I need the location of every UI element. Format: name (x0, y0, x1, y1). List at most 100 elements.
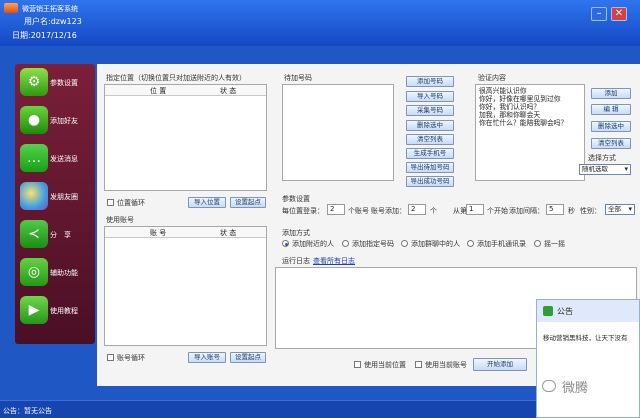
popup-body: 移动营销黑科技，让天下没有 (543, 334, 628, 342)
method-title: 添加方式 (282, 229, 310, 237)
minimize-icon[interactable]: – (591, 7, 607, 21)
col-status: 状 态 (220, 87, 237, 95)
popup-header: 公告 (537, 300, 639, 322)
announcement-popup[interactable]: 公告 移动营销黑科技，让天下没有 (536, 299, 640, 418)
sidebar-item-label: 辅助功能 (50, 269, 78, 277)
title-bar: 微营销王拓客系统 用户名:dzw123 日期:2017/12/16 – ✕ (0, 0, 640, 46)
clear-list-button[interactable]: 清空列表 (406, 134, 454, 145)
interval-label: 添加间隔： (509, 207, 544, 215)
mode-select[interactable]: 随机选取 (579, 164, 631, 175)
wechat-icon: ● (20, 106, 48, 134)
params-title: 参数设置 (282, 195, 310, 203)
sidebar-item-moments[interactable]: 发朋友圈 (20, 182, 92, 212)
method-radio-number[interactable] (342, 240, 349, 247)
sidebar-item-tutorial[interactable]: ▶ 使用教程 (20, 296, 92, 326)
chat-bubble-icon: … (20, 144, 48, 172)
date-label: 日期:2017/12/16 (12, 31, 77, 40)
import-location-button[interactable]: 导入位置 (188, 197, 226, 208)
method-option-label: 添加指定号码 (352, 240, 394, 248)
sidebar-item-assist[interactable]: ◎ 辅助功能 (20, 258, 92, 288)
use-account-label: 使用当前账号 (425, 361, 467, 369)
from-unit: 个开始 (487, 207, 508, 215)
col-status: 状 态 (220, 229, 237, 237)
log-label: 运行日志 (282, 257, 310, 265)
play-icon: ▶ (20, 296, 48, 324)
announcement-status: 公告：暂无公告 (3, 407, 52, 415)
account-loop-checkbox[interactable] (107, 354, 114, 361)
export-success-button[interactable]: 导出成功号码 (406, 176, 454, 187)
verify-line: 你好，好像在哪里见到过你 (479, 95, 561, 103)
per-add-input[interactable]: 2 (408, 204, 426, 215)
method-radio-group[interactable] (401, 240, 408, 247)
per-login-unit: 个账号 (348, 207, 369, 215)
mode-label: 选择方式 (588, 154, 616, 162)
from-input[interactable]: 1 (466, 204, 484, 215)
method-radio-contacts[interactable] (467, 240, 474, 247)
verify-title: 验证内容 (478, 74, 506, 82)
use-position-label: 使用当前位置 (364, 361, 406, 369)
pending-title: 待加号码 (284, 74, 312, 82)
accounts-list-header: 账 号 状 态 (105, 227, 266, 238)
sidebar-item-send-message[interactable]: … 发送消息 (20, 144, 92, 174)
username-label: 用户名:dzw123 (24, 17, 82, 26)
app-logo-icon (4, 3, 18, 13)
app-title: 微营销王拓客系统 (22, 5, 78, 13)
add-number-button[interactable]: 添加号码 (406, 76, 454, 87)
announcement-icon (543, 306, 553, 316)
verify-line: 很高兴能认识你 (479, 87, 527, 95)
per-login-label: 每位置登录： (282, 207, 324, 215)
col-position: 位 置 (150, 87, 167, 95)
use-account-checkbox[interactable] (415, 361, 422, 368)
interval-input[interactable]: 5 (546, 204, 564, 215)
method-option-label: 添加手机通讯录 (477, 240, 526, 248)
location-title: 指定位置（切换位置只对加送附近的人有效） (106, 74, 246, 82)
from-label: 从第 (453, 207, 467, 215)
gender-label: 性别： (580, 207, 601, 215)
account-start-button[interactable]: 设置起点 (230, 352, 266, 363)
delete-selected-button[interactable]: 删除选中 (406, 120, 454, 131)
import-number-button[interactable]: 导入号码 (406, 91, 454, 102)
assist-icon: ◎ (20, 258, 48, 286)
method-option-label: 添加附近的人 (292, 240, 334, 248)
add-verify-button[interactable]: 添加 (591, 88, 631, 99)
per-add-unit: 个 (430, 207, 437, 215)
popup-title: 公告 (557, 307, 573, 316)
per-add-label: 账号添加： (371, 207, 406, 215)
location-list[interactable]: 位 置 状 态 (104, 84, 267, 191)
delete-verify-button[interactable]: 删除选中 (591, 121, 631, 132)
location-start-button[interactable]: 设置起点 (230, 197, 266, 208)
sidebar-item-label: 分 享 (50, 231, 71, 239)
method-radio-shake[interactable] (534, 240, 541, 247)
export-pending-button[interactable]: 导出待加号码 (406, 162, 454, 173)
location-loop-label: 位置循环 (117, 199, 145, 207)
interval-unit: 秒 (568, 207, 575, 215)
moments-icon (20, 182, 48, 210)
sidebar-item-label: 参数设置 (50, 79, 78, 87)
collect-number-button[interactable]: 采集号码 (406, 105, 454, 116)
location-loop-checkbox[interactable] (107, 199, 114, 206)
gear-icon: ⚙ (20, 68, 48, 96)
sidebar-item-share[interactable]: ≺ 分 享 (20, 220, 92, 250)
import-account-button[interactable]: 导入账号 (188, 352, 226, 363)
sidebar-item-label: 发送消息 (50, 155, 78, 163)
sidebar-item-params[interactable]: ⚙ 参数设置 (20, 68, 92, 98)
sidebar-item-add-friends[interactable]: ● 添加好友 (20, 106, 92, 136)
verify-list[interactable]: 很高兴能认识你 你好，好像在哪里见到过你 你好，我们认识吗？ 加我，那和你聊会天… (475, 84, 585, 181)
use-position-checkbox[interactable] (354, 361, 361, 368)
clear-verify-button[interactable]: 清空列表 (591, 138, 631, 149)
verify-line: 加我，那和你聊会天 (479, 111, 541, 119)
watermark: 微腾 (562, 381, 589, 396)
edit-verify-button[interactable]: 编 辑 (591, 104, 631, 115)
accounts-list[interactable]: 账 号 状 态 (104, 226, 267, 346)
close-icon[interactable]: ✕ (611, 7, 627, 21)
verify-lines: 很高兴能认识你 你好，好像在哪里见到过你 你好，我们认识吗？ 加我，那和你聊会天… (479, 87, 589, 127)
start-add-button[interactable]: 开始添加 (473, 358, 527, 371)
view-all-log-link[interactable]: 查看所有日志 (313, 256, 355, 266)
pending-list[interactable] (282, 84, 394, 181)
method-radio-nearby[interactable] (282, 240, 289, 247)
generate-phone-button[interactable]: 生成手机号 (406, 148, 454, 159)
sidebar: ⚙ 参数设置 ● 添加好友 … 发送消息 发朋友圈 ≺ 分 享 ◎ 辅助功能 ▶… (15, 64, 95, 344)
gender-select[interactable]: 全部 (605, 204, 635, 215)
per-login-input[interactable]: 2 (327, 204, 345, 215)
col-account: 账 号 (150, 229, 167, 237)
